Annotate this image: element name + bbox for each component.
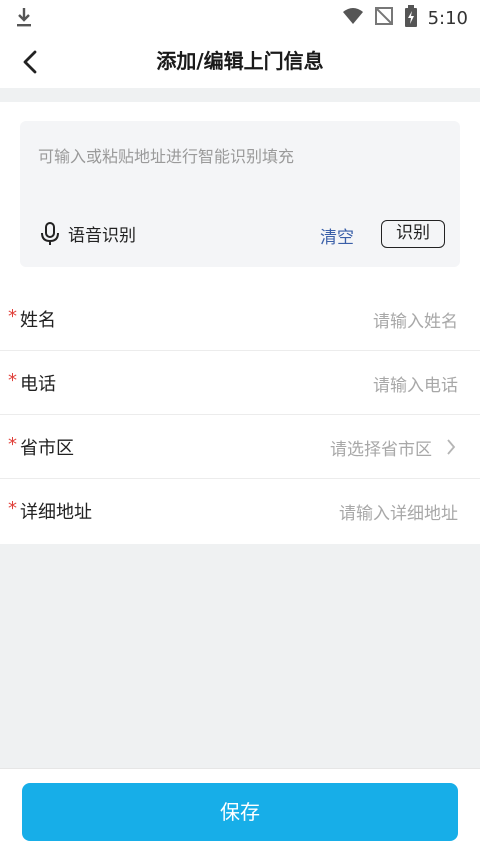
name-input[interactable]: 请输入姓名: [373, 307, 458, 332]
page-title: 添加/编辑上门信息: [156, 49, 324, 73]
required-mark: *: [8, 306, 17, 327]
recognize-button[interactable]: 识别: [381, 220, 445, 248]
address-label: 详细地址: [20, 502, 92, 523]
voice-recognition-button[interactable]: 语音识别: [40, 221, 136, 246]
footer: 保存: [0, 768, 480, 853]
save-button[interactable]: 保存: [22, 783, 458, 841]
status-icons: 5:10: [342, 0, 468, 36]
voice-label: 语音识别: [68, 226, 136, 246]
name-field[interactable]: * 姓名 请输入姓名: [0, 287, 480, 351]
status-bar: 5:10: [0, 0, 480, 36]
chevron-right-icon: [446, 438, 456, 460]
battery-charging-icon: [404, 5, 418, 31]
address-field[interactable]: * 详细地址 请输入详细地址: [0, 479, 480, 543]
required-mark: *: [8, 498, 17, 519]
address-input[interactable]: 请输入详细地址: [339, 499, 458, 524]
phone-label: 电话: [20, 374, 56, 395]
required-mark: *: [8, 434, 17, 455]
wifi-icon: [342, 7, 364, 29]
required-mark: *: [8, 370, 17, 391]
name-label: 姓名: [20, 310, 56, 331]
status-time: 5:10: [427, 7, 468, 29]
region-select[interactable]: 请选择省市区: [330, 435, 432, 460]
download-icon: [14, 6, 34, 32]
smart-address-input[interactable]: 可输入或粘贴地址进行智能识别填充: [38, 143, 294, 167]
no-signal-icon: [374, 6, 394, 30]
microphone-icon: [41, 221, 59, 245]
main-content: 可输入或粘贴地址进行智能识别填充 语音识别 清空 识别 * 姓名 请输入姓名 *…: [0, 102, 480, 544]
smart-address-box[interactable]: 可输入或粘贴地址进行智能识别填充 语音识别 清空 识别: [20, 121, 460, 267]
phone-field[interactable]: * 电话 请输入电话: [0, 351, 480, 415]
region-field[interactable]: * 省市区 请选择省市区: [0, 415, 480, 479]
region-label: 省市区: [20, 438, 74, 459]
header: 添加/编辑上门信息: [0, 36, 480, 88]
divider: [0, 88, 480, 102]
clear-button[interactable]: 清空: [320, 223, 354, 248]
phone-input[interactable]: 请输入电话: [373, 371, 458, 396]
